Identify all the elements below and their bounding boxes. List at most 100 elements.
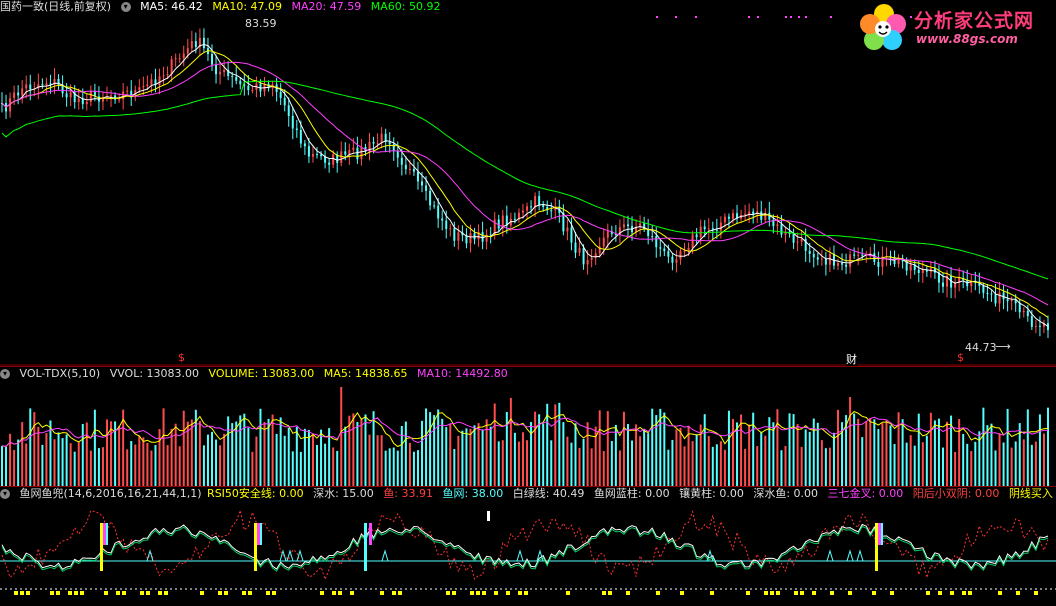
candle-body [299,130,302,144]
bottom-signal-bar [812,591,816,595]
price-chart-pane[interactable]: 国药一致(日线,前复权) ▾ MA5: 46.42 MA10: 47.09 MA… [0,0,1056,367]
event-marker-2[interactable]: $ [957,351,964,364]
volume-bar [275,433,278,487]
volume-bar [877,429,880,487]
candle-body [748,211,751,214]
volume-settings-icon[interactable]: ▾ [0,369,10,379]
logo-title: 分析家公式网 [914,10,1035,32]
yuwang-blue-value: 鱼网蓝柱: 0.00 [593,487,670,500]
volume-bar [933,420,936,487]
candle-body [380,133,383,143]
candle-body [311,154,314,157]
volume-bar [404,421,407,487]
volume-bar [966,443,969,487]
sanqi-value: 三七金叉: 0.00 [827,487,904,500]
volume-bar [719,441,722,487]
bottom-signal-bar [494,591,498,595]
signal-dot [757,16,759,18]
volume-bar [291,451,294,487]
candle-body [433,205,436,207]
volume-bar [909,435,912,487]
candle-body [182,53,185,59]
bottom-signal-bar [476,591,480,595]
finance-marker[interactable]: 财 [846,351,857,367]
price-chart[interactable] [0,0,1056,366]
settings-dropdown-icon[interactable]: ▾ [120,2,131,12]
volume-bar [93,409,96,487]
volume-bar [517,441,520,487]
volume-bar [445,427,448,487]
candle-body [29,84,32,90]
volume-bar [110,421,113,487]
bottom-signal-bar [146,591,150,595]
candle-body [566,227,569,232]
volume-bar [421,420,424,487]
volume-bar [748,424,751,487]
candle-body [449,228,452,230]
bottom-signal-bar [50,591,54,595]
candle-body [1006,299,1009,302]
volume-bar [1038,414,1041,487]
volume-bar [828,447,831,487]
candle-body [412,168,415,172]
volume-bar [142,437,145,487]
candle-body [534,196,537,208]
volume-bar [33,412,36,487]
volume-pane[interactable]: ▾ VOL-TDX(5,10) VVOL: 13083.00 VOLUME: 1… [0,366,1056,487]
candle-body [400,157,403,165]
candle-body [792,233,795,243]
volume-bar [21,422,24,487]
volume-bar [429,412,432,487]
volume-bar [130,441,133,487]
volume-bar [715,444,718,487]
signal-pillar [254,523,257,571]
signal-pillar [364,523,367,571]
low-price-label: 44.73 [965,341,997,354]
candle-body [344,151,347,155]
volume-bar [574,423,577,487]
volume-bar [614,424,617,487]
candle-body [142,86,145,88]
bottom-signal-bar [602,591,606,595]
indicator-pane[interactable]: ▾ 鱼网鱼兜(14,6,2016,16,21,44,1,1) RSI50安全线:… [0,486,1056,606]
signal-pillar [257,523,260,545]
bottom-signal-bar [452,591,456,595]
indicator-settings-icon[interactable]: ▾ [0,489,10,499]
volume-bar [703,414,706,487]
baseline-spike [381,549,389,562]
candle-body [138,87,141,90]
volume-bar [998,433,1001,487]
volume-bar [917,413,920,487]
candle-body [421,181,424,186]
indicator-chart[interactable] [0,487,1056,606]
candle-body [85,101,88,105]
volume-bar [271,414,274,487]
event-marker-1[interactable]: $ [178,351,185,364]
volume-bar [457,435,460,487]
candle-body [521,210,524,213]
bottom-signal-bar [770,591,774,595]
volume-bar [913,445,916,487]
signal-dot [748,16,750,18]
candle-body [986,292,989,294]
volume-bar [37,426,40,487]
candle-body [303,143,306,147]
candle-body [150,79,153,85]
bottom-signal-bar [1034,591,1038,595]
candle-body [174,58,177,60]
volume-bar [901,419,904,487]
volume-bar [267,418,270,487]
volume-bar [154,445,157,487]
volume-bar [247,427,250,487]
bottom-signal-bar [794,591,798,595]
volume-chart[interactable] [0,367,1056,487]
signal-dot [675,16,677,18]
volume-bar [166,445,169,487]
candle-body [667,251,670,257]
candle-body [65,93,68,98]
volume-bar [691,441,694,487]
baseline-spike [296,549,304,562]
candle-body [796,241,799,243]
candle-body [538,196,541,205]
candle-body [841,263,844,265]
